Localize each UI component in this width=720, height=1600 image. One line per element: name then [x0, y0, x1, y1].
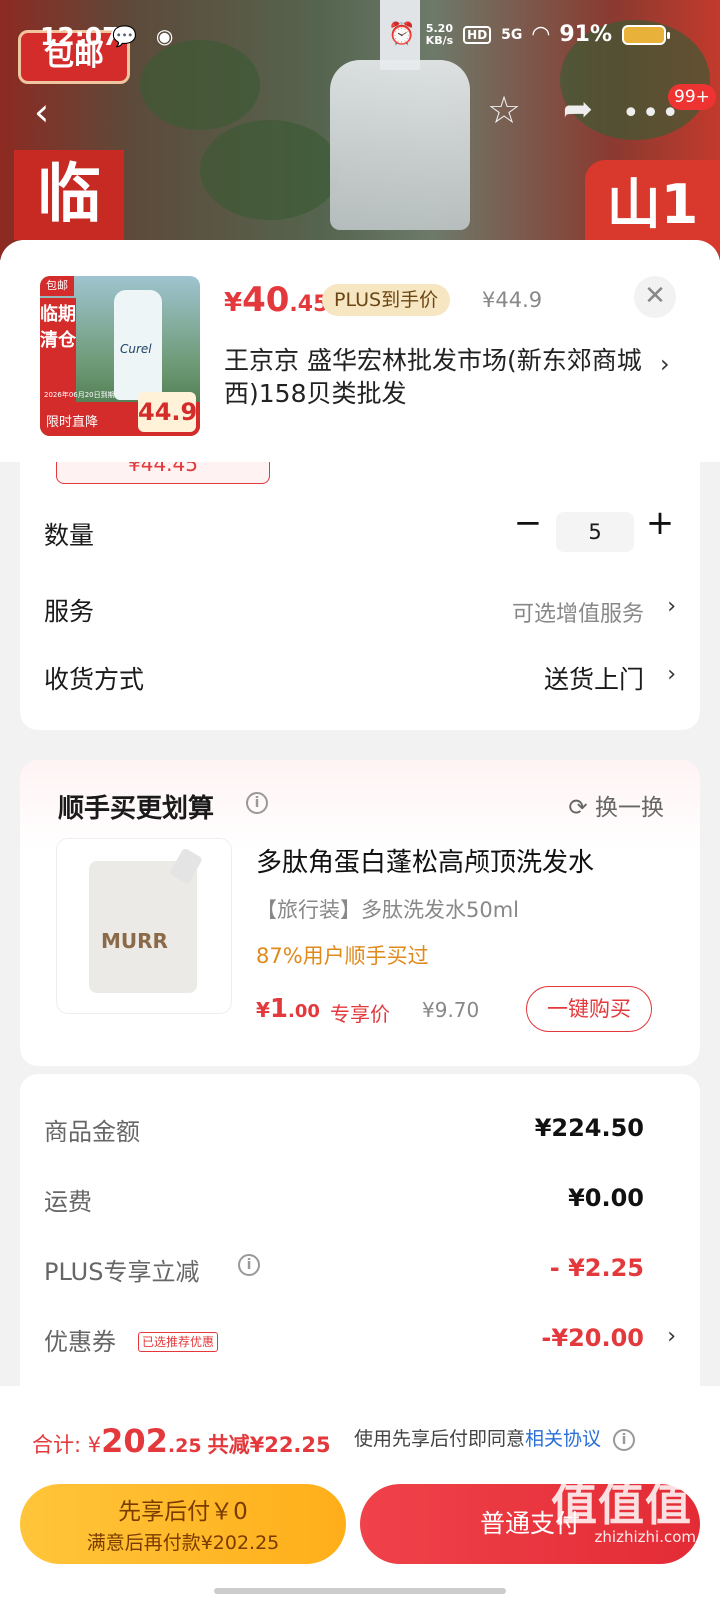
sheet-header: Curel 包邮 临期清仓 2026年06月20日到期 限时直降 44.9 ¥4…: [0, 240, 720, 462]
plus-discount-value: - ¥2.25: [549, 1254, 644, 1282]
product-thumbnail: Curel 包邮 临期清仓 2026年06月20日到期 限时直降 44.9: [40, 276, 200, 436]
thumb-tag: 包邮: [40, 276, 74, 296]
quantity-label: 数量: [44, 521, 95, 550]
price-summary-card: 商品金额 ¥224.50 运费 ¥0.00 PLUS专享立减 i - ¥2.25…: [20, 1074, 700, 1414]
hd-icon: HD: [463, 25, 492, 44]
chevron-right-icon[interactable]: ›: [667, 1324, 676, 1349]
quantity-input[interactable]: 5: [556, 512, 634, 552]
coupon-value[interactable]: -¥20.00: [541, 1324, 644, 1352]
recommend-product-image[interactable]: MURR: [56, 838, 232, 1014]
refresh-icon: ⟳: [568, 795, 595, 821]
battery-percent: 91%: [559, 22, 612, 47]
close-button[interactable]: ✕: [634, 276, 676, 318]
recommend-card: 顺手买更划算 i ⟳ 换一换 MURR 多肽角蛋白蓬松高颅顶洗发水 【旅行装】多…: [20, 760, 700, 1066]
watermark-url: zhizhizhi.com: [594, 1528, 696, 1546]
network-speed: 5.20 KB/s: [425, 21, 454, 47]
clearance-banner: 临: [14, 150, 124, 240]
home-indicator[interactable]: [214, 1588, 506, 1594]
watermark: 值值值: [551, 1477, 692, 1531]
original-price: ¥44.9: [482, 288, 543, 312]
recommend-product-name[interactable]: 多肽角蛋白蓬松高颅顶洗发水: [256, 842, 594, 879]
plus-price-tag: PLUS到手价: [322, 284, 451, 316]
pay-later-label: 先享后付￥0: [118, 1499, 248, 1525]
info-icon[interactable]: i: [613, 1428, 636, 1451]
options-card: ¥44.45 数量 − 5 + 服务 可选增值服务 › 收货方式 送货上门 ›: [20, 420, 700, 730]
delivery-method-value[interactable]: 送货上门: [544, 660, 644, 696]
goods-amount-value: ¥224.50: [534, 1114, 644, 1142]
thumb-brand: Curel: [120, 342, 152, 356]
promo-badge: 山1: [585, 160, 720, 250]
recommend-buy-rate: 87%用户顺手买过: [256, 944, 429, 968]
foliage-decoration: [200, 120, 340, 220]
share-icon[interactable]: ➦: [556, 88, 600, 132]
status-time: 12:07: [40, 22, 120, 51]
pay-later-sublabel: 满意后再付款¥202.25: [86, 1532, 280, 1554]
shipping-label: 运费: [44, 1188, 92, 1216]
swap-button[interactable]: ⟳ 换一换: [568, 788, 664, 822]
plus-price: ¥40.45: [224, 280, 329, 320]
thumb-bar-text: 限时直降: [46, 415, 99, 430]
recommend-price: ¥1.00: [256, 994, 320, 1024]
pay-later-button[interactable]: 先享后付￥0 满意后再付款¥202.25: [20, 1484, 346, 1564]
chevron-right-icon[interactable]: ›: [667, 662, 676, 687]
recommend-product-spec: 【旅行装】多肽洗发水50ml: [256, 898, 520, 922]
status-right: ⏰ 5.20 KB/s HD 5G ◠ 91%: [388, 21, 670, 47]
favorite-star-icon[interactable]: ☆: [482, 88, 526, 132]
thumb-date: 2026年06月20日到期: [44, 391, 115, 399]
one-click-buy-button[interactable]: 一键购买: [526, 986, 652, 1032]
quantity-minus-button[interactable]: −: [508, 504, 548, 544]
product-bottle: [330, 60, 470, 230]
plus-discount-label: PLUS专享立减: [44, 1258, 200, 1286]
exclusive-price-label: 专享价: [330, 1002, 390, 1026]
service-label[interactable]: 服务: [44, 592, 94, 628]
swap-label: 换一换: [595, 795, 664, 821]
goods-amount-label: 商品金额: [44, 1118, 140, 1146]
shipping-value: ¥0.00: [568, 1184, 644, 1212]
coupon-recommended-tag: 已选推荐优惠: [138, 1332, 219, 1352]
wifi-icon: ◠: [532, 22, 550, 47]
checkout-footer: 合计: ¥202.25 共减¥22.25 使用先享后付即同意相关协议 i 先享后付…: [0, 1386, 720, 1600]
agreement-link[interactable]: 相关协议: [525, 1428, 601, 1450]
chevron-right-icon[interactable]: ›: [660, 350, 670, 378]
status-bar: 12:07 💬 ◉ ⏰ 5.20 KB/s HD 5G ◠ 91%: [0, 0, 720, 72]
signal-icon: 5G: [501, 26, 523, 43]
info-icon[interactable]: i: [246, 792, 268, 814]
service-value[interactable]: 可选增值服务: [512, 596, 644, 628]
coupon-label[interactable]: 优惠券: [44, 1322, 116, 1357]
thumb-price: 44.9: [138, 392, 197, 432]
back-icon[interactable]: ‹: [34, 92, 64, 132]
info-icon[interactable]: i: [238, 1254, 260, 1276]
delivery-method-label[interactable]: 收货方式: [44, 660, 144, 696]
delivery-address[interactable]: 王京京 盛华宏林批发市场(新东郊商城西)158贝类批发: [224, 344, 644, 410]
pouch-brand: MURR: [101, 929, 168, 953]
total-amount: 合计: ¥202.25 共减¥22.25: [32, 1422, 331, 1460]
quantity-plus-button[interactable]: +: [640, 504, 680, 544]
alarm-icon: ⏰: [388, 22, 416, 47]
recommend-original-price: ¥9.70: [422, 998, 480, 1022]
chevron-right-icon[interactable]: ›: [667, 594, 676, 619]
notification-icons: 💬 ◉: [112, 24, 180, 48]
message-count-badge: 99+: [668, 84, 716, 110]
agreement-text: 使用先享后付即同意相关协议 i: [354, 1424, 636, 1451]
battery-icon: [622, 24, 670, 45]
recommend-title: 顺手买更划算: [58, 794, 215, 824]
